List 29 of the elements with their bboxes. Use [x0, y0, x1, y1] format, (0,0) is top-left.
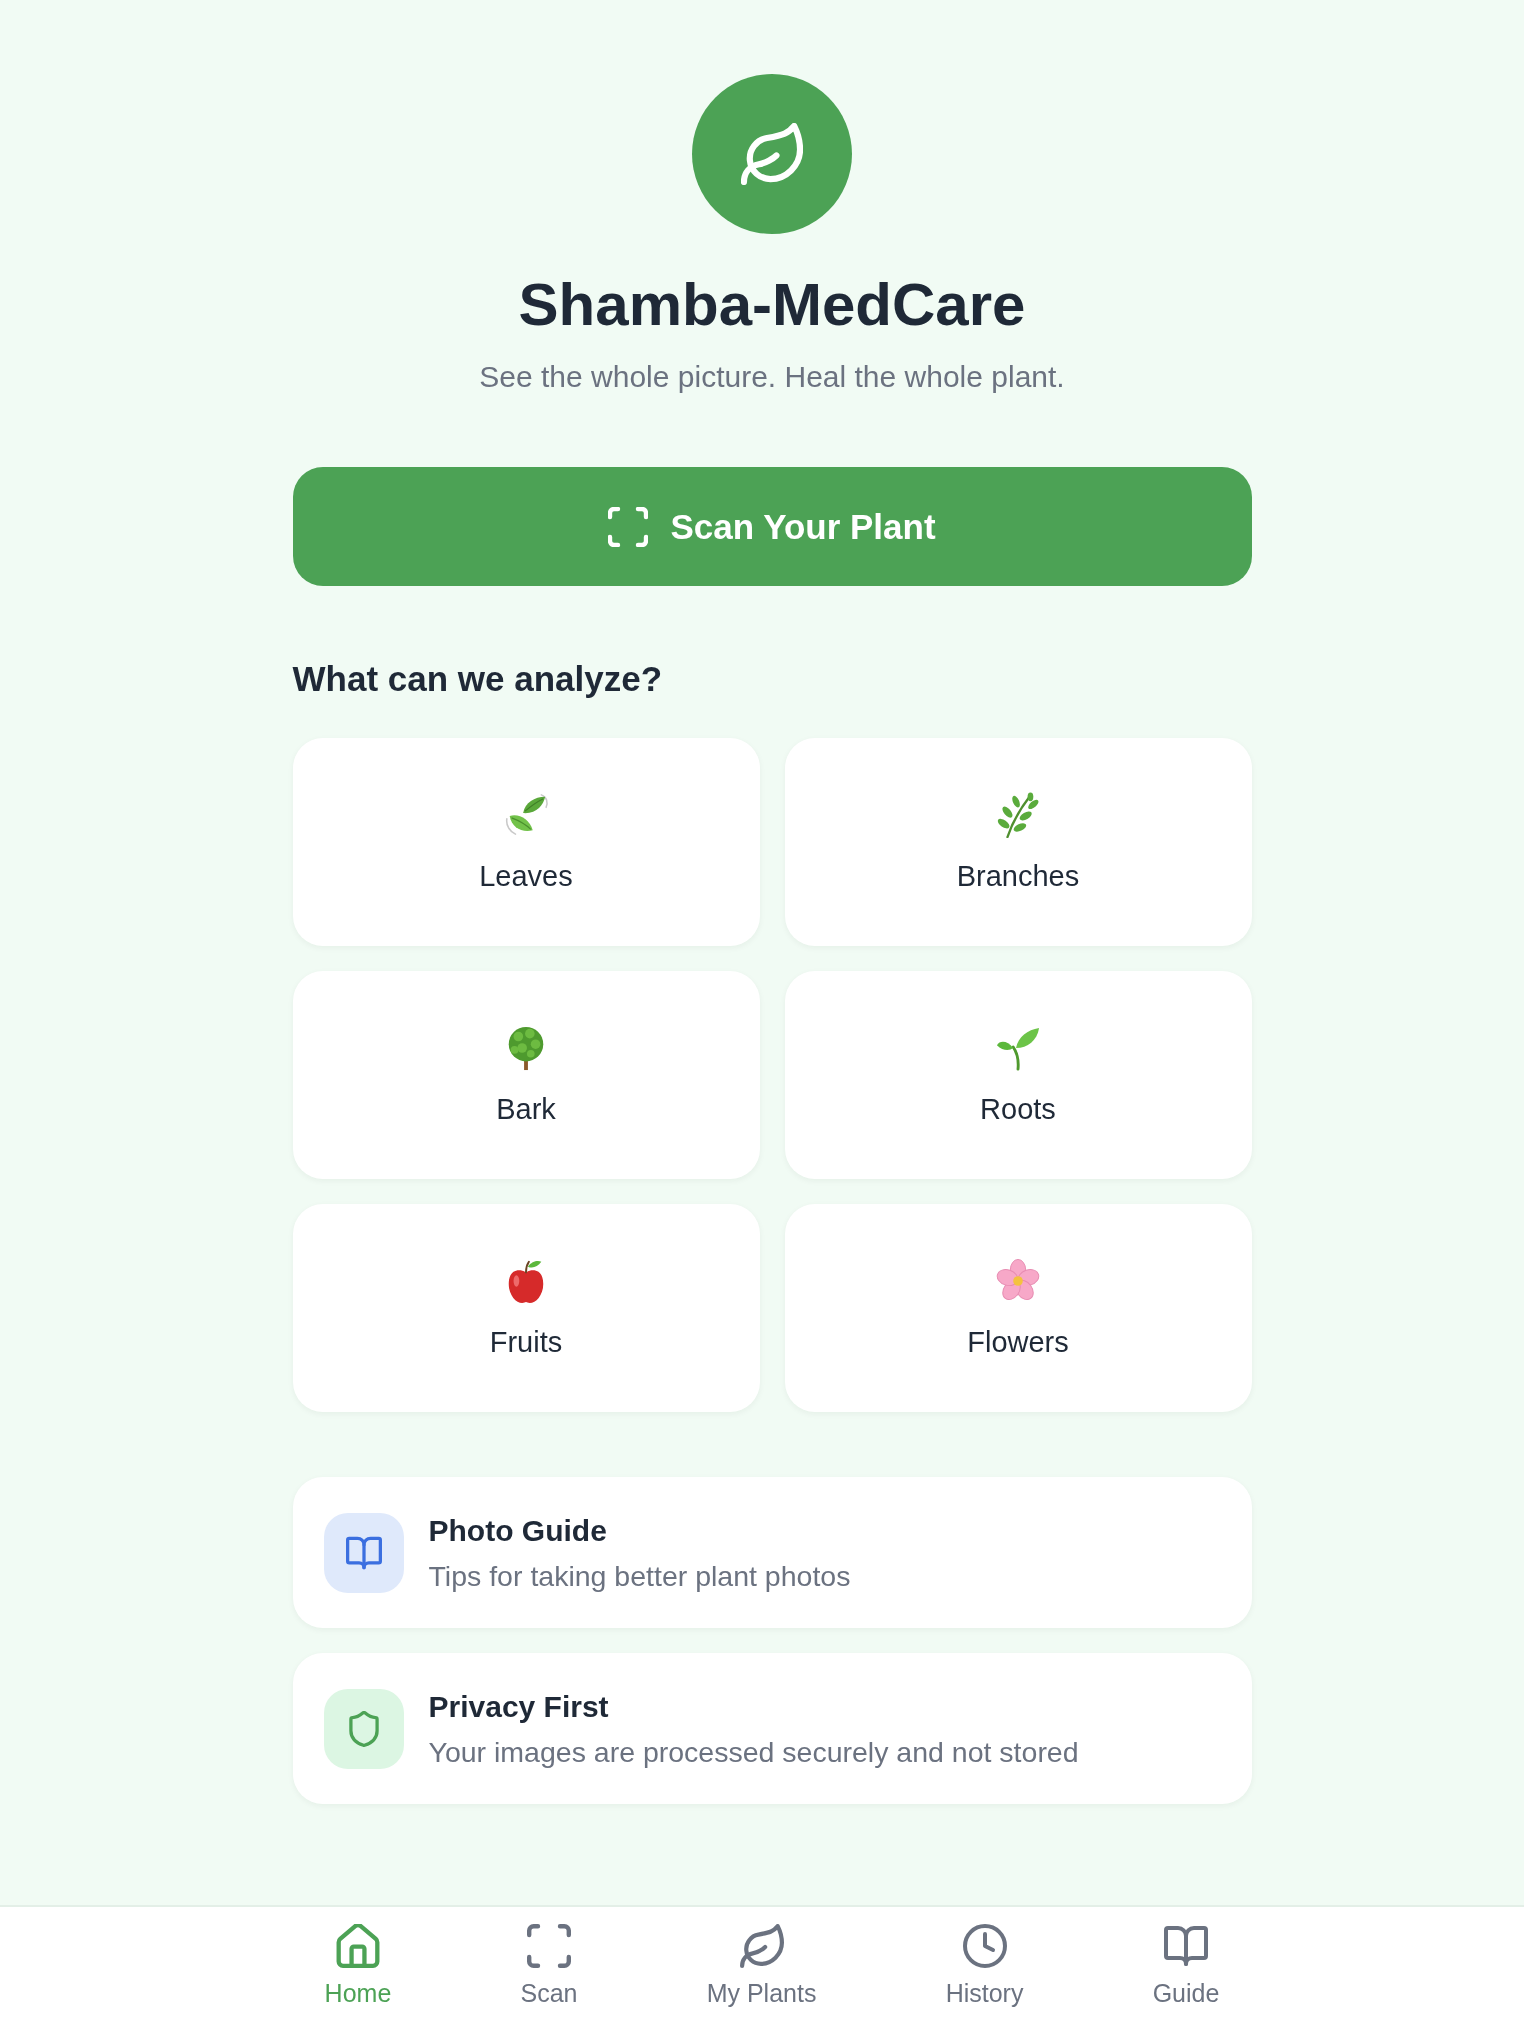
herb-icon: [995, 791, 1041, 838]
category-label: Branches: [956, 858, 1080, 893]
nav-tab[interactable]: History: [945, 1924, 1024, 2008]
shield-icon: [323, 1688, 404, 1769]
nav-tab[interactable]: Guide: [1152, 1924, 1220, 2008]
info-card-title: Photo Guide: [428, 1513, 608, 1549]
section-heading: What can we analyze?: [292, 658, 664, 700]
leaves-icon: [503, 791, 549, 838]
nav-tab[interactable]: My Plants: [706, 1924, 817, 2008]
book-icon: [323, 1512, 404, 1593]
info-card-description: Your images are processed securely and not stored: [428, 1736, 1079, 1768]
category-label: Fruits: [489, 1324, 563, 1359]
book-icon: [1164, 1924, 1208, 1968]
scan-icon: [526, 1924, 571, 1968]
scan-icon: [608, 506, 649, 547]
app-tagline: See the whole picture. Heal the whole plant.: [479, 359, 1065, 395]
category-label: Flowers: [967, 1324, 1069, 1359]
info-card-title: Privacy First: [428, 1689, 610, 1725]
clock-icon: [962, 1924, 1007, 1968]
app-title: Shamba-MedCare: [518, 270, 1026, 339]
info-card-description: Tips for taking better plant photos: [428, 1560, 851, 1592]
category-label: Bark: [496, 1091, 556, 1126]
category-label: Leaves: [479, 858, 573, 893]
nav-tab[interactable]: Scan: [520, 1924, 578, 2008]
leaf-icon: [739, 1924, 784, 1968]
scan-plant-button[interactable]: Scan Your Plant: [292, 467, 1252, 586]
nav-tab[interactable]: Home: [324, 1924, 392, 2008]
category-label: Roots: [980, 1091, 1056, 1126]
home-icon: [335, 1924, 380, 1968]
